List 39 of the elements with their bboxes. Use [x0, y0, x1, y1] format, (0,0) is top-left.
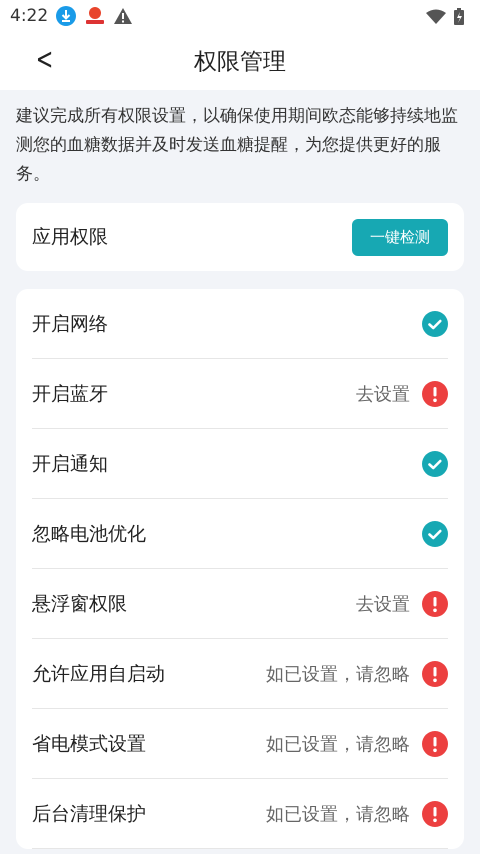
permission-row[interactable]: 开启蓝牙 去设置 [32, 359, 448, 429]
permission-name: 开启通知 [32, 452, 108, 476]
warning-icon [114, 8, 132, 24]
permission-name: 允许应用自启动 [32, 662, 165, 686]
permission-name: 后台清理保护 [32, 802, 146, 826]
permission-name: 忽略电池优化 [32, 522, 146, 546]
permission-action[interactable]: 如已设置，请忽略 [266, 802, 410, 826]
download-icon [56, 6, 76, 26]
page-title: 权限管理 [194, 48, 286, 76]
back-button[interactable]: < [30, 42, 59, 77]
permission-row[interactable]: 开启网络 [32, 289, 448, 359]
status-time: 4:22 [10, 6, 48, 26]
permission-action[interactable]: 去设置 [356, 592, 410, 616]
permission-name: 悬浮窗权限 [32, 592, 127, 616]
permission-action[interactable]: 如已设置，请忽略 [266, 732, 410, 756]
permission-row[interactable]: 开启通知 [32, 429, 448, 499]
check-icon [422, 520, 448, 546]
warning-icon [422, 380, 448, 406]
permission-row[interactable]: 后台清理保护 如已设置，请忽略 [32, 779, 448, 849]
permission-name: 省电模式设置 [32, 732, 146, 756]
permission-action[interactable]: 如已设置，请忽略 [266, 662, 410, 686]
permission-row[interactable]: 忽略电池优化 [32, 499, 448, 569]
permission-row[interactable]: 悬浮窗权限 去设置 [32, 569, 448, 639]
app-icon [84, 6, 106, 26]
battery-icon [454, 8, 464, 24]
permission-row[interactable]: 允许应用自启动 如已设置，请忽略 [32, 639, 448, 709]
check-icon [422, 450, 448, 476]
permission-name: 开启蓝牙 [32, 382, 108, 406]
intro-text: 建议完成所有权限设置，以确保使用期间欧态能够持续地监测您的血糖数据并及时发送血糖提醒，为您提供更好的服务。 [14, 105, 459, 186]
check-icon [422, 310, 448, 336]
permission-row[interactable]: 省电模式设置 如已设置，请忽略 [32, 709, 448, 779]
warning-icon [422, 730, 448, 756]
section-label: 应用权限 [32, 225, 108, 250]
warning-icon [422, 590, 448, 616]
permission-action[interactable]: 去设置 [356, 382, 410, 406]
warning-icon [422, 660, 448, 686]
wifi-icon [426, 8, 446, 24]
permission-name: 开启网络 [32, 312, 108, 336]
warning-icon [422, 800, 448, 826]
